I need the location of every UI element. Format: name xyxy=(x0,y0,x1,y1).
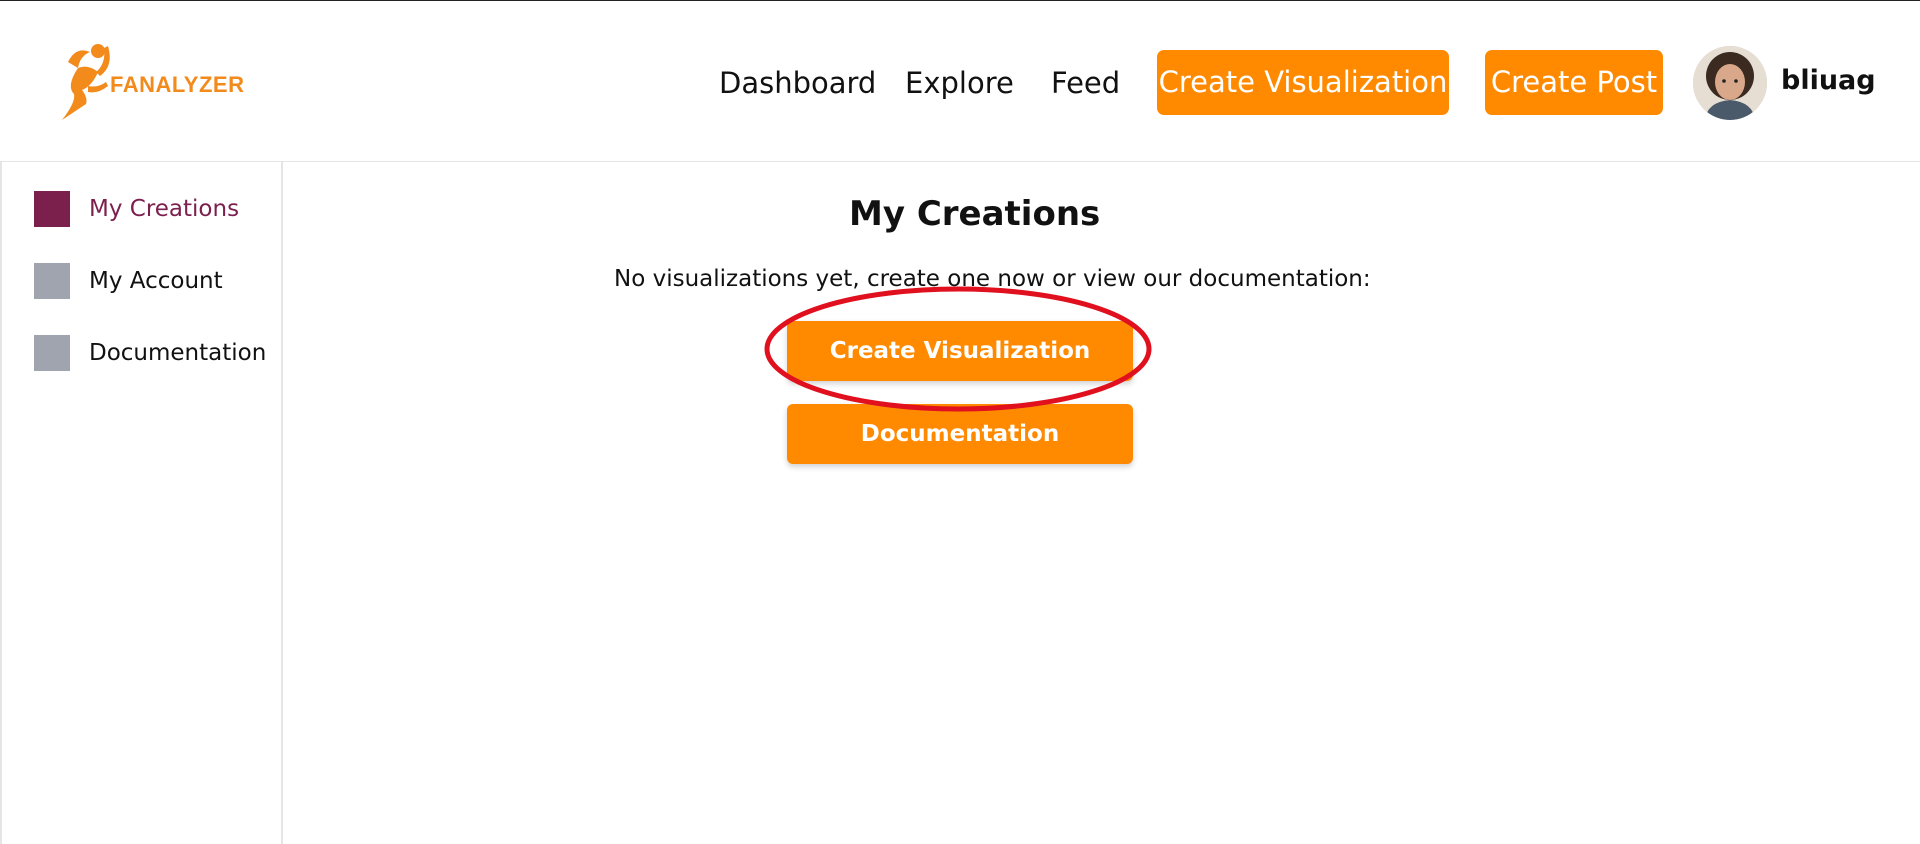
sidebar-item-label: My Account xyxy=(89,268,223,294)
top-header: FANALYZER Dashboard Explore Feed Create … xyxy=(0,1,1920,162)
nav-feed[interactable]: Feed xyxy=(1051,65,1120,101)
page-title: My Creations xyxy=(849,194,1101,234)
empty-state-message: No visualizations yet, create one now or… xyxy=(614,266,1371,292)
username[interactable]: bliuag xyxy=(1781,65,1876,97)
nav-dashboard[interactable]: Dashboard xyxy=(719,65,876,101)
nav-explore[interactable]: Explore xyxy=(905,65,1014,101)
create-visualization-button[interactable]: Create Visualization xyxy=(787,321,1133,381)
sidebar-item-label: Documentation xyxy=(89,340,267,366)
my-creations-square-icon xyxy=(34,191,70,227)
header-create-post-button[interactable]: Create Post xyxy=(1485,50,1663,115)
header-create-visualization-button[interactable]: Create Visualization xyxy=(1157,50,1449,115)
sidebar: My Creations My Account Documentation xyxy=(0,162,283,844)
user-avatar[interactable] xyxy=(1693,46,1767,120)
my-account-square-icon xyxy=(34,263,70,299)
page: FANALYZER Dashboard Explore Feed Create … xyxy=(0,0,1920,844)
documentation-square-icon xyxy=(34,335,70,371)
avatar-portrait-icon xyxy=(1693,46,1767,120)
sidebar-item-label: My Creations xyxy=(89,196,240,222)
fanalyzer-logo[interactable]: FANALYZER xyxy=(58,42,248,122)
documentation-button[interactable]: Documentation xyxy=(787,404,1133,464)
logo-text: FANALYZER xyxy=(110,72,245,97)
